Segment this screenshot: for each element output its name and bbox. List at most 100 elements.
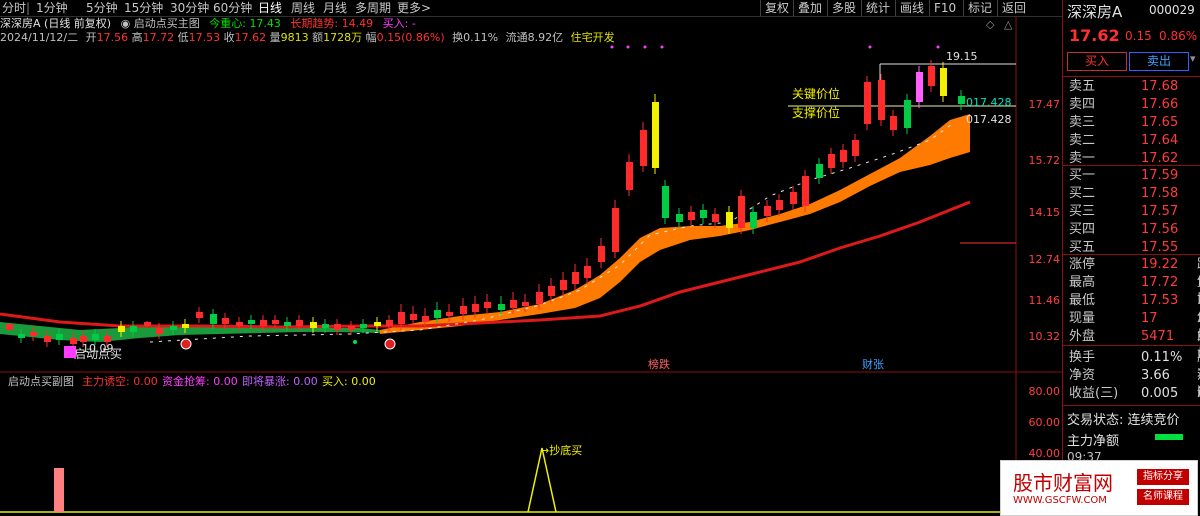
stat-row[interactable]: 最高17.72量比: [1069, 274, 1200, 307]
candle-body: [662, 186, 669, 218]
stat-value: 17.53: [1141, 293, 1179, 308]
candle-body: [790, 192, 797, 204]
y-tick: 10.32: [1028, 330, 1061, 343]
main-chart[interactable]: ◇ △ 关键价位 支撑价位 017.428 017.428 19.15 10.0…: [0, 0, 1062, 516]
bid-row[interactable]: 买四 17.56: [1069, 221, 1199, 238]
candle-body: [144, 322, 151, 326]
candle-body: [410, 314, 417, 320]
ask-row[interactable]: 卖二 17.64: [1069, 132, 1199, 149]
candle-body: [816, 164, 823, 178]
candle-body: [928, 66, 935, 86]
ask-row[interactable]: 卖五 17.68: [1069, 78, 1199, 95]
stat-value: 17: [1141, 311, 1158, 326]
y-tick: 12.74: [1028, 253, 1061, 266]
ask-row[interactable]: 卖三 17.65: [1069, 114, 1199, 131]
bid-row[interactable]: 买三 17.57: [1069, 203, 1199, 220]
stat-value: 5471: [1141, 329, 1175, 344]
candle-body: [904, 100, 911, 128]
candle-body: [828, 154, 835, 168]
stat-row[interactable]: 最低17.53市价: [1069, 292, 1200, 325]
divider: [1063, 345, 1200, 346]
diamond-icon[interactable]: ◇: [986, 18, 995, 31]
bottom-buy-label: →抄底买: [540, 443, 582, 457]
sell-button[interactable]: 卖出: [1129, 52, 1189, 71]
bid-row[interactable]: 买一 17.59: [1069, 167, 1199, 184]
candle-body: [472, 304, 479, 312]
ask-value: 17.66: [1141, 97, 1179, 112]
candle-body: [584, 266, 591, 278]
sub-line2: 资金抢筹: 0.00: [162, 374, 238, 388]
net-flow-bar: [1155, 434, 1183, 440]
candle-body: [522, 302, 529, 306]
sub-line1: 主力诱空: 0.00: [82, 374, 158, 388]
event-label-rise[interactable]: 财张: [862, 357, 884, 371]
ask-label: 卖四: [1069, 97, 1096, 112]
price-change: 0.15: [1125, 29, 1152, 43]
candle-body: [446, 312, 453, 316]
candle-body: [712, 214, 719, 222]
ask-value: 17.65: [1141, 115, 1179, 130]
watermark: 股市财富网 WWW.GSCFW.COM 指标分享 名师课程: [1000, 460, 1198, 516]
stat-value: 19.22: [1141, 257, 1179, 272]
ask-value: 17.64: [1141, 133, 1179, 148]
ask-row[interactable]: 卖四 17.66: [1069, 96, 1199, 113]
stat2-value: 0.11%: [1141, 350, 1183, 365]
candle-body: [196, 312, 203, 318]
up-icon[interactable]: △: [1004, 18, 1013, 31]
buy-button[interactable]: 买入: [1067, 52, 1127, 71]
event-label-drop[interactable]: 榜跌: [648, 357, 670, 371]
key-price-label: 关键价位: [792, 86, 840, 101]
candle-body: [44, 336, 51, 342]
candle-body: [182, 324, 189, 328]
bid-value: 17.58: [1141, 186, 1179, 201]
stat-row[interactable]: 涨停19.22跌停: [1069, 256, 1200, 289]
y-tick: 17.47: [1028, 98, 1061, 111]
bid-row[interactable]: 买二 17.58: [1069, 185, 1199, 202]
sub-indicator-title[interactable]: 启动点买副图: [8, 375, 74, 388]
stat-row[interactable]: 外盘5471内盘: [1069, 328, 1200, 361]
ask-label: 卖五: [1069, 79, 1096, 94]
sub-bar: [54, 468, 64, 512]
price-pct: 0.86%: [1159, 29, 1198, 43]
sub-y-tick: 60.00: [1028, 416, 1061, 429]
trade-status: 交易状态: 连续竞价: [1067, 413, 1180, 428]
candle-body: [612, 208, 619, 252]
candle-body: [30, 332, 37, 336]
candle-body: [296, 320, 303, 326]
start-buy-label: 启动点买: [74, 347, 122, 361]
candle-body: [422, 316, 429, 322]
candle-body: [70, 338, 77, 344]
candle-body: [348, 326, 355, 330]
candle-body: [548, 286, 555, 296]
candle-body: [398, 312, 405, 324]
stat2-row[interactable]: 净资3.66流通: [1069, 367, 1200, 400]
candle-body: [498, 304, 505, 310]
candle-body: [130, 326, 137, 332]
stat2-row[interactable]: 换手0.11%股本: [1069, 349, 1200, 382]
watermark-url: WWW.GSCFW.COM: [1013, 495, 1107, 506]
candle-body: [272, 320, 279, 324]
event-marker[interactable]: [180, 338, 192, 350]
candle-body: [510, 300, 517, 308]
candle-body: [360, 324, 367, 328]
stat-label: 最高: [1069, 275, 1096, 290]
stat-label: 涨停: [1069, 257, 1096, 272]
stat-row[interactable]: 现量17总量: [1069, 310, 1200, 343]
candle-body: [626, 162, 633, 190]
peak-price-label: 19.15: [946, 50, 978, 63]
event-marker[interactable]: [384, 338, 396, 350]
candle-body: [322, 324, 329, 328]
candle-body: [890, 116, 897, 130]
stat-label: 最低: [1069, 293, 1096, 308]
candle-body: [118, 326, 125, 332]
candle-body: [652, 102, 659, 168]
stat2-value: 0.005: [1141, 386, 1179, 401]
candle-body: [222, 318, 229, 324]
candle-body: [484, 302, 491, 308]
stat2-row[interactable]: 收益(三)0.005PE: [1069, 385, 1200, 402]
last-price: 17.62: [1069, 26, 1120, 45]
bid-label: 买一: [1069, 168, 1096, 183]
expand-icon[interactable]: ▾: [1190, 52, 1200, 69]
support-price-tag: 017.428: [966, 113, 1012, 126]
start-buy-marker: [64, 346, 76, 358]
